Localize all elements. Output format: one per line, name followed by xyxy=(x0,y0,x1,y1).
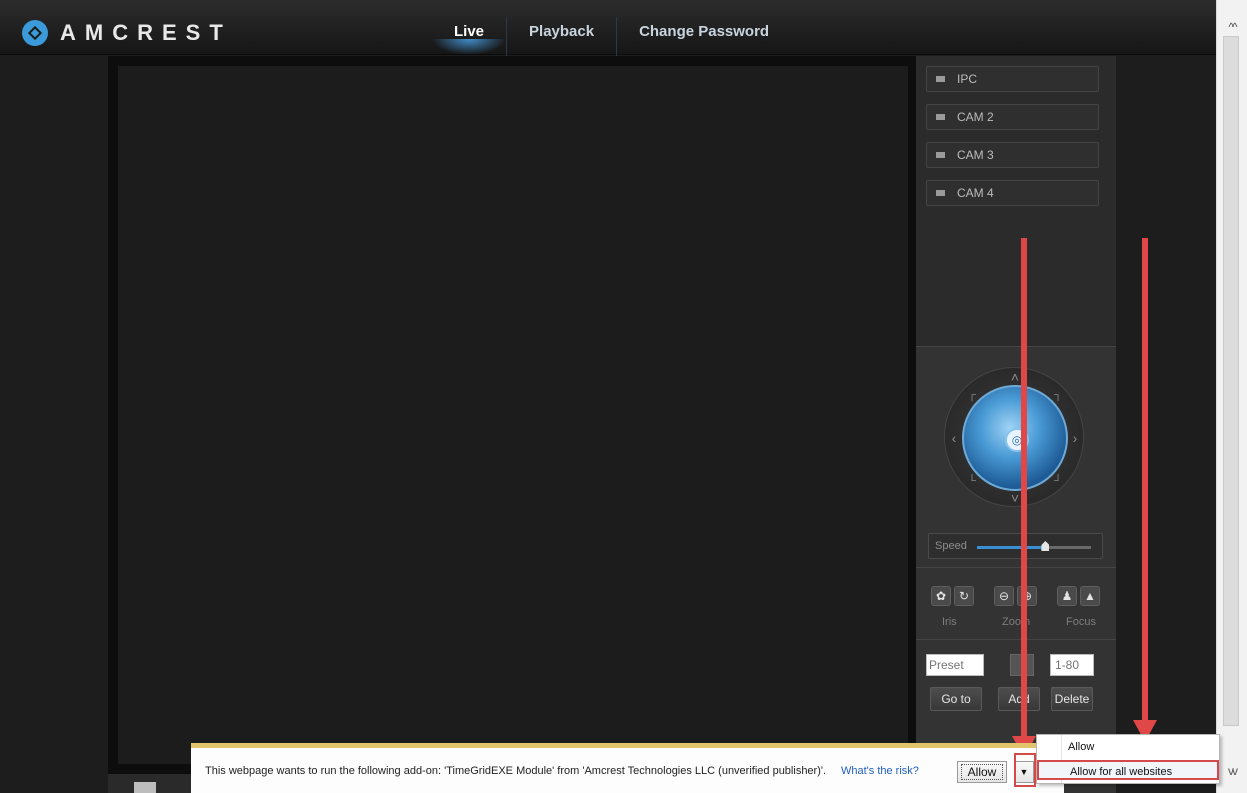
preset-controls: Go to Add Delete xyxy=(916,639,1116,719)
speed-fill xyxy=(977,546,1046,549)
zoom-in-icon[interactable]: ⊕ xyxy=(1017,586,1037,606)
ptz-panel: ˄ ˅ ‹ › ┌ ┐ └ ┘ ◎ Speed ✿ ↻ Iris ⊖ ⊕ Zoo… xyxy=(916,346,1116,793)
ptz-joystick[interactable]: ˄ ˅ ‹ › ┌ ┐ └ ┘ ◎ xyxy=(944,367,1084,507)
camera-item-ipc[interactable]: IPC xyxy=(926,66,1099,92)
pan-down-icon[interactable]: ˅ xyxy=(1008,491,1022,505)
addon-notification-bar: This webpage wants to run the following … xyxy=(191,743,1064,793)
control-panel: IPC CAM 2 CAM 3 CAM 4 ˄ ˅ ‹ › ┌ ┐ └ ┘ ◎ … xyxy=(916,56,1116,793)
camera-list: IPC CAM 2 CAM 3 CAM 4 xyxy=(916,56,1116,346)
allow-dropdown-menu: Allow Allow for all websites xyxy=(1036,734,1220,784)
joystick-dial[interactable]: ◎ xyxy=(962,385,1068,491)
dropdown-highlight-box xyxy=(1014,753,1036,787)
whats-the-risk-link[interactable]: What's the risk? xyxy=(841,765,919,777)
speed-handle[interactable] xyxy=(1041,541,1050,551)
camera-item-cam4[interactable]: CAM 4 xyxy=(926,180,1099,206)
speed-control: Speed xyxy=(928,533,1103,559)
goto-button[interactable]: Go to xyxy=(930,687,982,711)
notification-message: This webpage wants to run the following … xyxy=(205,765,827,777)
pan-right-icon[interactable]: › xyxy=(1068,431,1082,445)
camera-label: CAM 2 xyxy=(957,110,994,124)
zoom-out-icon[interactable]: ⊖ xyxy=(994,586,1014,606)
lens-controls: ✿ ↻ Iris ⊖ ⊕ Zoom ♟ ▲ Focus xyxy=(916,567,1116,639)
amcrest-web-ui: AMCREST Live Playback Change Password ^^… xyxy=(0,0,1247,793)
menu-item-allow-all-websites[interactable]: Allow for all websites xyxy=(1037,760,1219,780)
preset-input[interactable] xyxy=(926,654,984,676)
live-video-window[interactable] xyxy=(118,66,908,764)
layout-button[interactable] xyxy=(134,782,156,793)
page-scrollbar[interactable]: ^^ vv xyxy=(1216,0,1247,793)
speed-slider[interactable] xyxy=(977,541,1091,551)
iris-label: Iris xyxy=(942,616,957,628)
speed-label: Speed xyxy=(935,540,967,552)
tab-change-password[interactable]: Change Password xyxy=(617,17,791,61)
menu-item-allow[interactable]: Allow xyxy=(1037,737,1219,757)
annotation-arrow-1 xyxy=(1021,238,1027,746)
pan-up-right-icon[interactable]: ┐ xyxy=(1051,388,1065,402)
scroll-down-icon[interactable]: vv xyxy=(1220,764,1244,780)
channel-icon xyxy=(936,114,945,120)
pan-down-left-icon[interactable]: └ xyxy=(965,474,979,488)
tab-playback[interactable]: Playback xyxy=(507,17,618,61)
scroll-up-icon[interactable]: ^^ xyxy=(1220,20,1244,36)
focus-label: Focus xyxy=(1066,616,1096,628)
add-button[interactable]: Add xyxy=(998,687,1040,711)
pan-left-icon[interactable]: ‹ xyxy=(947,431,961,445)
scroll-thumb[interactable] xyxy=(1223,36,1239,726)
camera-label: IPC xyxy=(957,72,978,86)
tab-live[interactable]: Live xyxy=(432,17,508,61)
delete-button[interactable]: Delete xyxy=(1051,687,1093,711)
main-nav: Live Playback Change Password xyxy=(432,0,791,61)
camera-label: CAM 3 xyxy=(957,148,994,162)
logo-icon xyxy=(22,20,48,46)
iris-close-icon[interactable]: ↻ xyxy=(954,586,974,606)
preset-number-input[interactable] xyxy=(1050,654,1094,676)
pan-up-icon[interactable]: ˄ xyxy=(1008,370,1022,384)
top-header: AMCREST Live Playback Change Password xyxy=(0,0,1216,61)
channel-icon xyxy=(936,190,945,196)
iris-open-icon[interactable]: ✿ xyxy=(931,586,951,606)
annotation-arrow-2 xyxy=(1142,238,1148,724)
focus-ring xyxy=(961,764,1003,780)
camera-label: CAM 4 xyxy=(957,186,994,200)
allow-button[interactable]: Allow xyxy=(957,761,1007,783)
camera-item-cam2[interactable]: CAM 2 xyxy=(926,104,1099,130)
amcrest-logo: AMCREST xyxy=(22,20,232,46)
pan-down-right-icon[interactable]: ┘ xyxy=(1051,474,1065,488)
brand-name: AMCREST xyxy=(60,20,232,45)
channel-icon xyxy=(936,152,945,158)
channel-icon xyxy=(936,76,945,82)
focus-far-icon[interactable]: ▲ xyxy=(1080,586,1100,606)
focus-near-icon[interactable]: ♟ xyxy=(1057,586,1077,606)
camera-item-cam3[interactable]: CAM 3 xyxy=(926,142,1099,168)
